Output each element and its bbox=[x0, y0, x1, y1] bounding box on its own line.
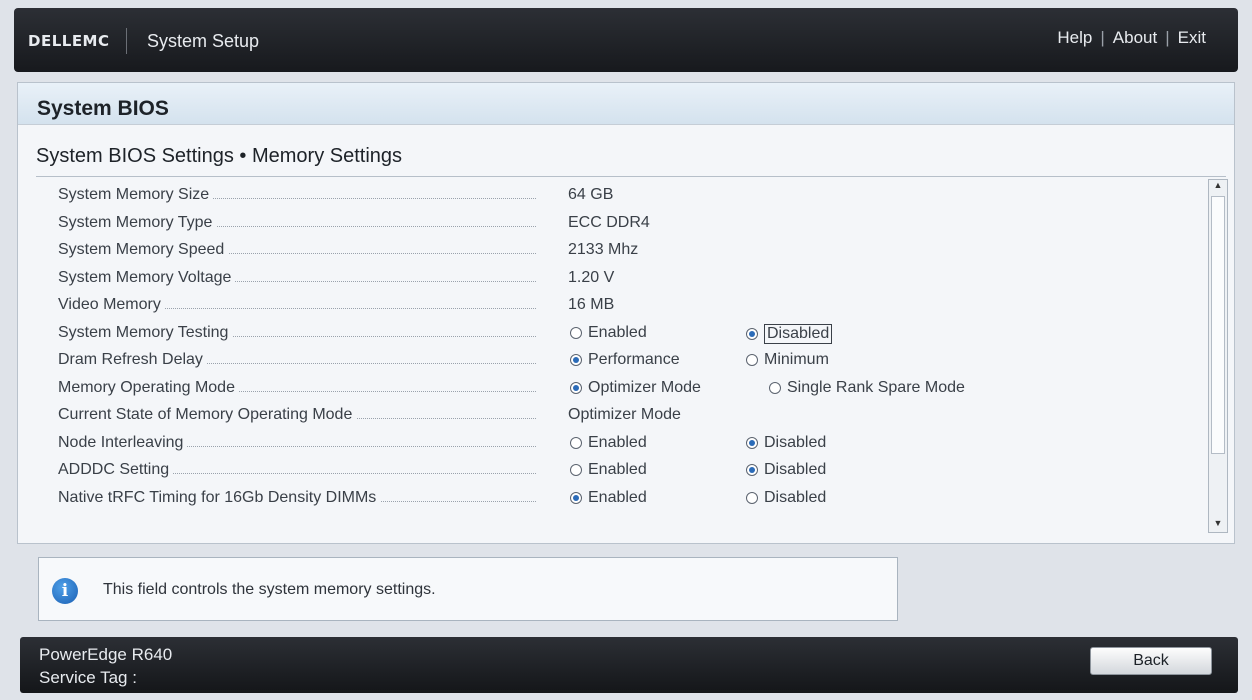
scroll-down-arrow-icon[interactable]: ▼ bbox=[1209, 518, 1227, 532]
system-model: PowerEdge R640 bbox=[39, 645, 173, 664]
radio-icon[interactable] bbox=[746, 491, 758, 504]
setting-row-memory-testing: System Memory Testing Enabled Disabled bbox=[58, 321, 1208, 349]
back-button[interactable]: Back bbox=[1090, 647, 1212, 675]
setting-row-memory-size: System Memory Size 64 GB bbox=[58, 183, 1208, 211]
scroll-up-arrow-icon[interactable]: ▲ bbox=[1209, 180, 1227, 194]
breadcrumb: System BIOS Settings • Memory Settings bbox=[36, 145, 403, 167]
nav-separator: | bbox=[1100, 28, 1105, 47]
setting-label: System Memory Voltage bbox=[58, 268, 236, 286]
help-link[interactable]: Help bbox=[1057, 28, 1092, 48]
radio-optimizer-mode[interactable]: Optimizer Mode bbox=[570, 379, 701, 397]
radio-selected-icon[interactable] bbox=[570, 354, 582, 366]
radio-icon[interactable] bbox=[570, 464, 582, 476]
setting-label: Current State of Memory Operating Mode bbox=[58, 406, 357, 423]
radio-enabled[interactable]: Enabled bbox=[570, 489, 647, 507]
app-title: System Setup bbox=[147, 31, 260, 51]
setting-row-memory-operating-mode: Memory Operating Mode Optimizer Mode Sin… bbox=[58, 376, 1208, 404]
radio-disabled[interactable]: Disabled bbox=[746, 461, 826, 479]
radio-selected-icon[interactable] bbox=[570, 491, 582, 504]
setting-value: 2133 Mhz bbox=[568, 241, 639, 258]
radio-disabled[interactable]: Disabled bbox=[746, 489, 826, 507]
setting-label: System Memory Type bbox=[58, 213, 217, 231]
radio-icon[interactable] bbox=[746, 354, 758, 366]
setting-row-native-trfc: Native tRFC Timing for 16Gb Density DIMM… bbox=[58, 486, 1208, 514]
focused-option: Disabled bbox=[764, 323, 833, 344]
setting-row-adddc: ADDDC Setting Enabled Disabled bbox=[58, 458, 1208, 486]
top-nav: Help | About | Exit bbox=[1057, 28, 1206, 48]
setting-value: Optimizer Mode bbox=[568, 406, 681, 423]
setting-label: System Memory Testing bbox=[58, 323, 233, 341]
radio-icon[interactable] bbox=[570, 436, 582, 449]
radio-selected-icon[interactable] bbox=[746, 436, 758, 449]
radio-icon[interactable] bbox=[769, 381, 781, 394]
radio-icon[interactable] bbox=[570, 326, 582, 339]
logo-divider bbox=[126, 28, 127, 54]
setting-label: Node Interleaving bbox=[58, 433, 188, 451]
bios-screen: DELLEMC System Setup Help | About | Exit… bbox=[0, 0, 1252, 700]
setting-value: ECC DDR4 bbox=[568, 213, 650, 231]
exit-link[interactable]: Exit bbox=[1178, 28, 1206, 48]
radio-single-rank-spare-mode[interactable]: Single Rank Spare Mode bbox=[769, 379, 965, 397]
radio-selected-icon[interactable] bbox=[746, 327, 758, 340]
settings-list: System Memory Size 64 GB System Memory T… bbox=[58, 183, 1208, 513]
setting-label: Native tRFC Timing for 16Gb Density DIMM… bbox=[58, 488, 381, 506]
radio-enabled[interactable]: Enabled bbox=[570, 434, 647, 452]
footer-bar: PowerEdge R640 Service Tag : Back bbox=[20, 637, 1238, 693]
radio-disabled[interactable]: Disabled bbox=[746, 434, 826, 452]
radio-performance[interactable]: Performance bbox=[570, 351, 680, 369]
divider bbox=[36, 176, 1226, 177]
radio-disabled[interactable]: Disabled bbox=[746, 323, 833, 344]
help-message: This field controls the system memory se… bbox=[103, 581, 436, 598]
setting-row-current-state: Current State of Memory Operating Mode O… bbox=[58, 403, 1208, 431]
radio-enabled[interactable]: Enabled bbox=[570, 324, 647, 342]
radio-enabled[interactable]: Enabled bbox=[570, 461, 647, 479]
setting-row-node-interleaving: Node Interleaving Enabled Disabled bbox=[58, 431, 1208, 459]
setting-row-dram-refresh-delay: Dram Refresh Delay Performance Minimum bbox=[58, 348, 1208, 376]
scrollbar-thumb[interactable] bbox=[1211, 196, 1225, 454]
page-title: System BIOS bbox=[37, 97, 169, 120]
dellemc-logo: DELLEMC bbox=[28, 32, 110, 50]
setting-value: 16 MB bbox=[568, 296, 615, 313]
setting-label: Video Memory bbox=[58, 296, 165, 313]
header-bar: DELLEMC System Setup Help | About | Exit bbox=[14, 8, 1238, 72]
setting-value: 1.20 V bbox=[568, 268, 615, 286]
setting-label: System Memory Speed bbox=[58, 241, 229, 258]
setting-label: ADDDC Setting bbox=[58, 461, 174, 478]
setting-row-memory-type: System Memory Type ECC DDR4 bbox=[58, 211, 1208, 239]
radio-selected-icon[interactable] bbox=[746, 464, 758, 476]
panel-title-bar: System BIOS bbox=[18, 83, 1234, 125]
nav-separator: | bbox=[1165, 28, 1170, 47]
setting-label: Dram Refresh Delay bbox=[58, 351, 207, 368]
service-tag-label: Service Tag : bbox=[39, 668, 137, 687]
scrollbar[interactable]: ▲ ▼ bbox=[1208, 179, 1228, 533]
setting-row-memory-speed: System Memory Speed 2133 Mhz bbox=[58, 238, 1208, 266]
radio-minimum[interactable]: Minimum bbox=[746, 351, 829, 369]
help-box: i This field controls the system memory … bbox=[38, 557, 898, 621]
info-icon: i bbox=[52, 578, 78, 604]
settings-panel: System BIOS System BIOS Settings • Memor… bbox=[17, 82, 1235, 544]
setting-label: Memory Operating Mode bbox=[58, 378, 239, 396]
setting-label: System Memory Size bbox=[58, 186, 214, 203]
setting-value: 64 GB bbox=[568, 186, 614, 203]
radio-selected-icon[interactable] bbox=[570, 381, 582, 394]
setting-row-memory-voltage: System Memory Voltage 1.20 V bbox=[58, 266, 1208, 294]
setting-row-video-memory: Video Memory 16 MB bbox=[58, 293, 1208, 321]
about-link[interactable]: About bbox=[1113, 28, 1157, 48]
